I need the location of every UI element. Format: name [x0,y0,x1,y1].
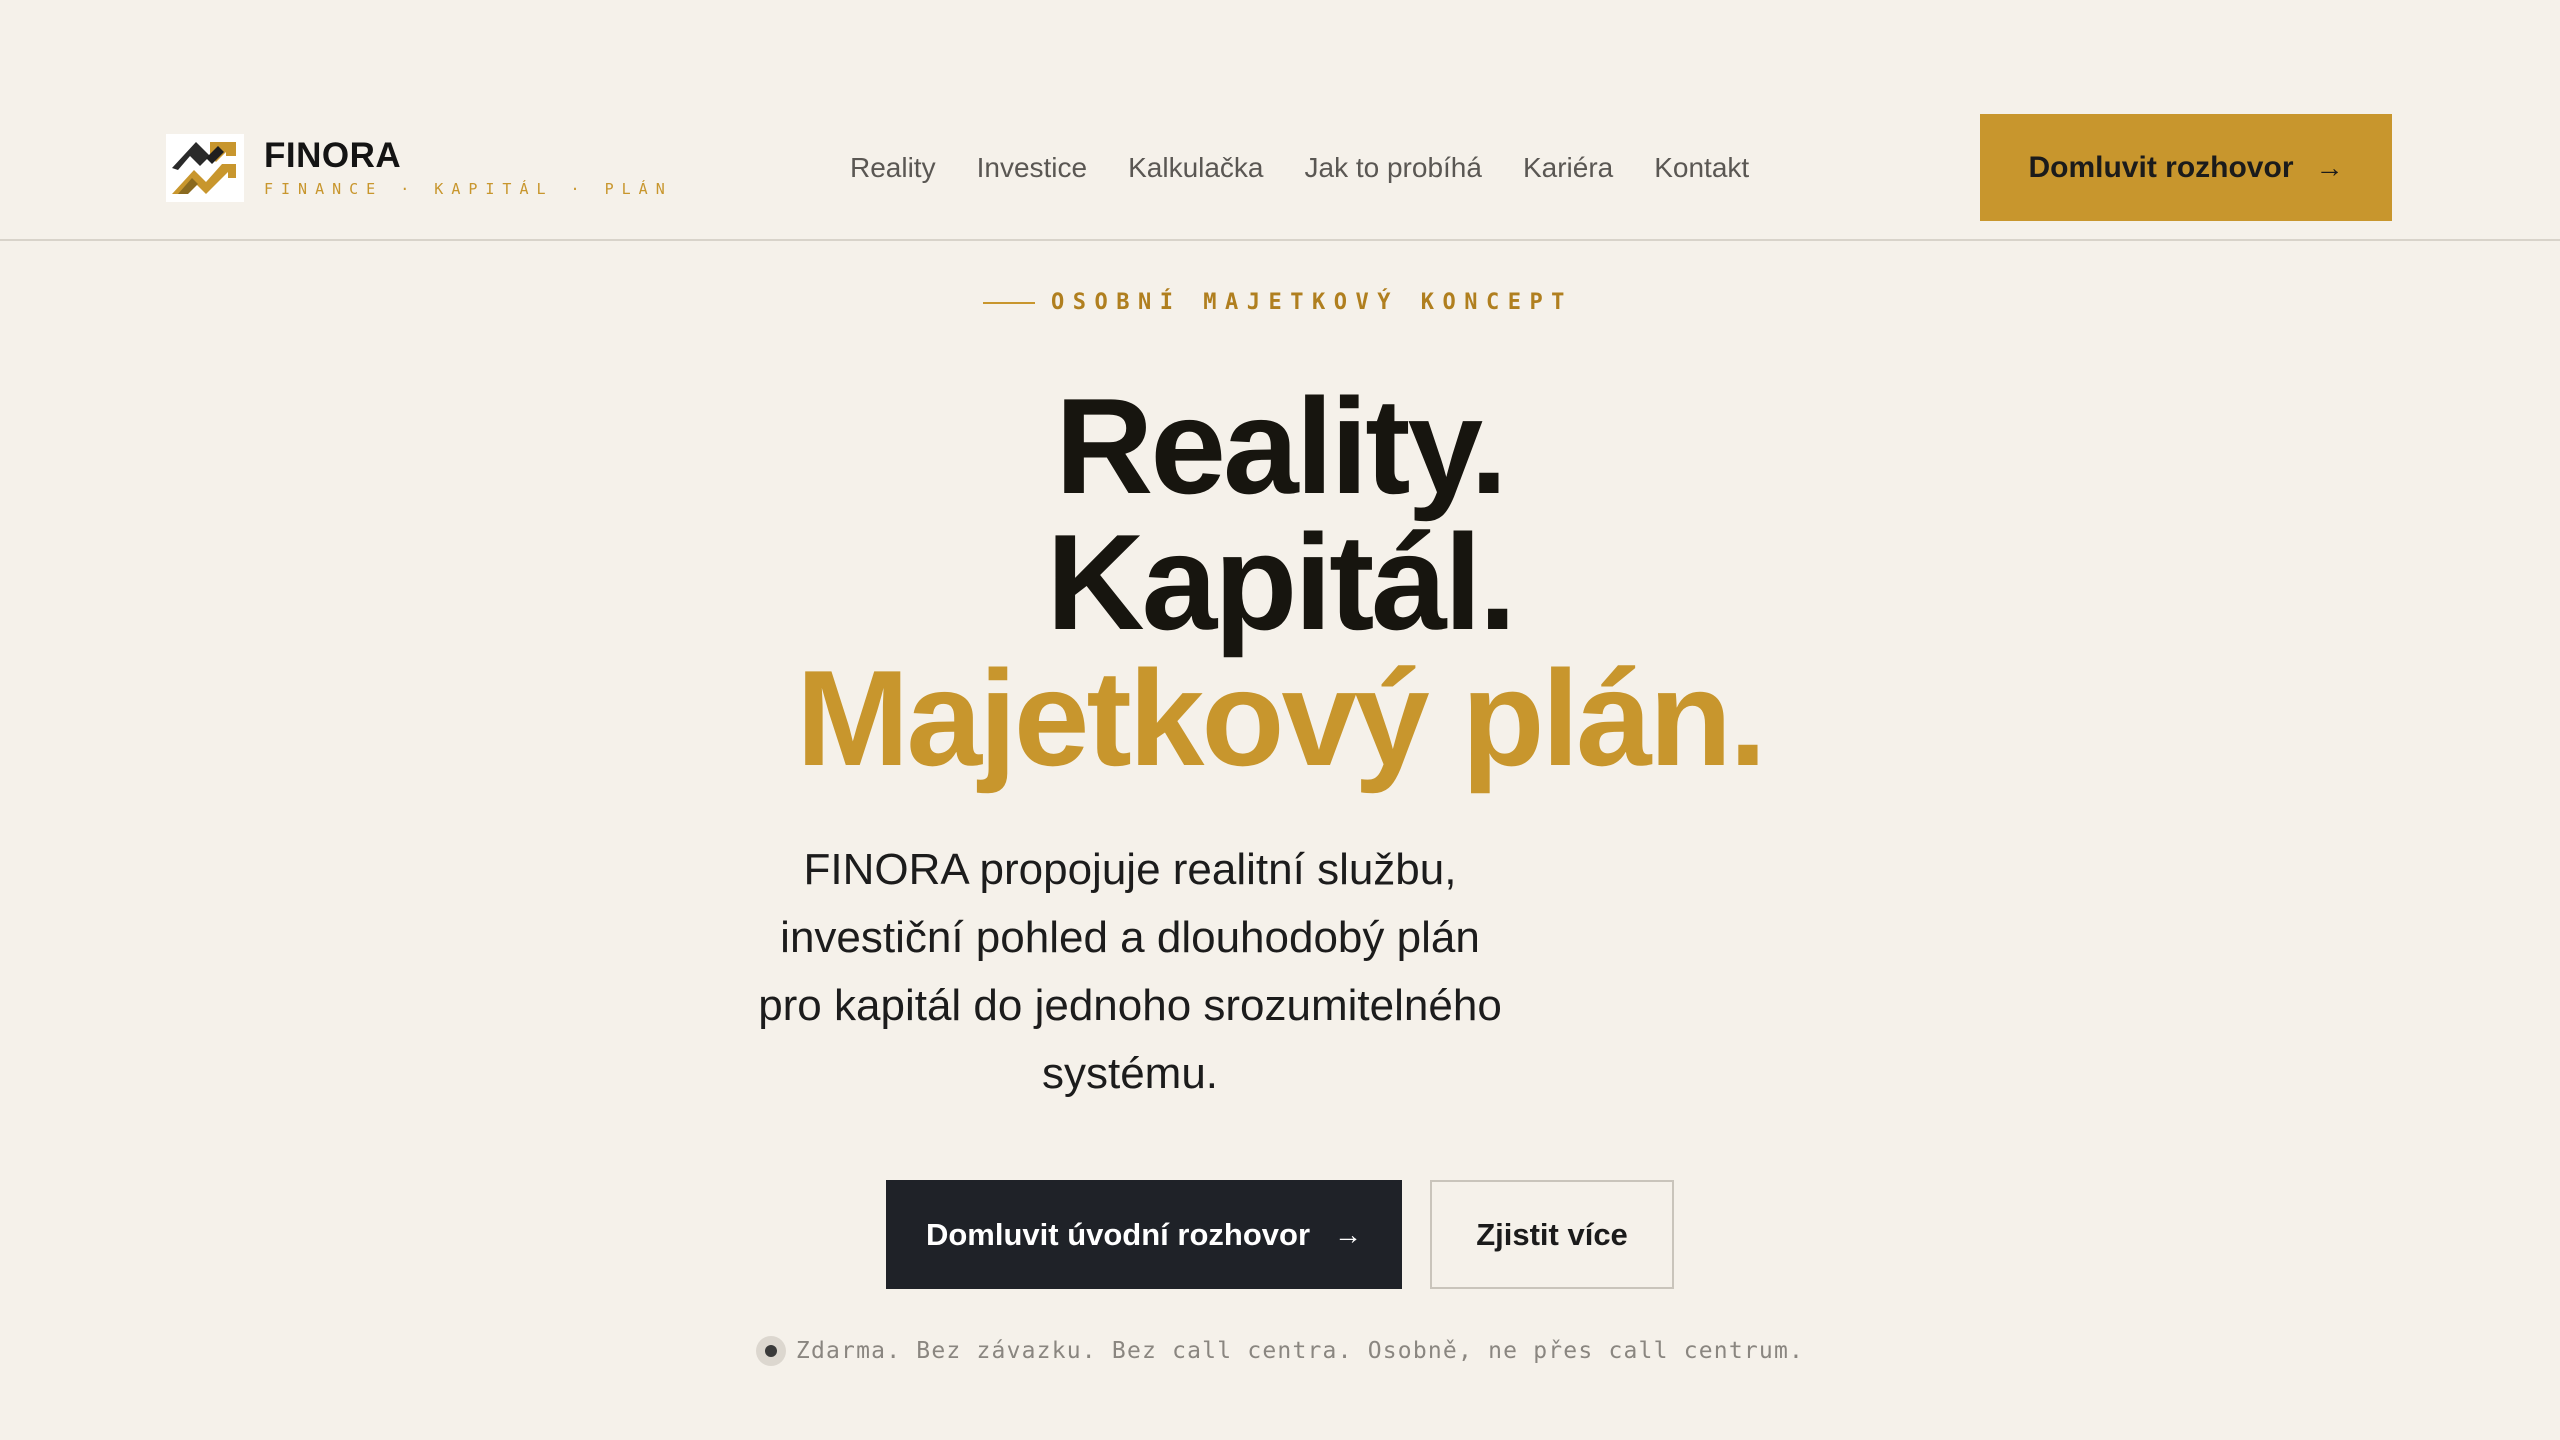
nav-item-kariera[interactable]: Kariéra [1523,152,1613,184]
hero-lead-paragraph: FINORA propojuje realitní službu, invest… [758,845,1502,1098]
nav-item-kalkulacka[interactable]: Kalkulačka [1128,152,1263,184]
headline-line-reality: Reality. [1055,370,1508,522]
nav-item-reality[interactable]: Reality [850,152,936,184]
header-cta-label: Domluvit rozhovor [2028,150,2294,184]
status-dot-icon [755,1336,786,1366]
nav-item-kontakt[interactable]: Kontakt [1654,152,1749,184]
nav-item-jak-to-probiha[interactable]: Jak to probíhá [1305,152,1482,184]
footnote-text: Zdarma. Bez závazku. Bez call centra. Os… [795,1338,1805,1364]
learn-more-button[interactable]: Zjistit více [1430,1180,1674,1289]
brand-name: FINORA [264,136,402,175]
brand-tagline: FINANCE · KAPITÁL · PLÁN [264,180,673,198]
arrow-right-icon: → [2315,151,2344,183]
eyebrow-divider [983,301,1036,304]
nav-item-investice[interactable]: Investice [977,152,1088,184]
finora-logo-icon [166,134,244,202]
primary-button-label: Domluvit úvodní rozhovor [925,1216,1311,1252]
hero-footnote: Zdarma. Bez závazku. Bez call centra. Os… [0,1336,2560,1366]
headline-line-majetkovy-plan: Majetkový plán. [796,642,1767,794]
arrow-right-icon: → [1334,1218,1363,1250]
hero-eyebrow: OSOBNÍ MAJETKOVÝ KONCEPT [0,290,2560,315]
header-schedule-call-button[interactable]: Domluvit rozhovor → [1980,114,2392,221]
headline-line-kapital: Kapitál. [1046,506,1516,658]
site-header: FINORA FINANCE · KAPITÁL · PLÁN Reality … [0,98,2560,241]
main-nav: Reality Investice Kalkulačka Jak to prob… [850,148,1749,188]
hero-headline: Reality. Kapitál. Majetkový plán. [0,378,2560,786]
secondary-button-label: Zjistit více [1476,1216,1628,1252]
schedule-intro-call-button[interactable]: Domluvit úvodní rozhovor → [886,1180,1402,1289]
eyebrow-text: OSOBNÍ MAJETKOVÝ KONCEPT [1051,290,1573,315]
brand-logo-link[interactable]: FINORA FINANCE · KAPITÁL · PLÁN [166,132,673,204]
